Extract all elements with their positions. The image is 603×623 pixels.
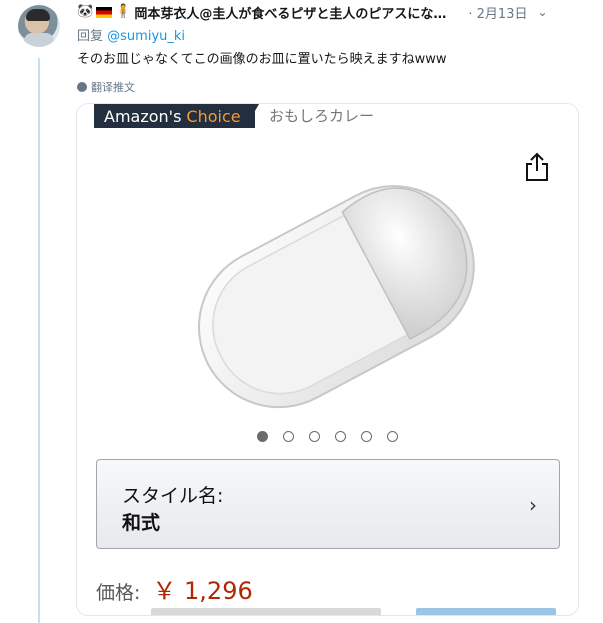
curry-plate-image bbox=[198, 185, 475, 409]
reply-to: 回复 @sumiyu_ki bbox=[77, 25, 185, 44]
panda-icon: 🐼 bbox=[77, 4, 94, 19]
tweet-date[interactable]: · 2月13日 bbox=[468, 3, 527, 22]
price-value: ￥ 1,296 bbox=[152, 577, 253, 605]
avatar-shirt bbox=[24, 33, 54, 47]
cropped-link bbox=[416, 608, 556, 615]
translate-tweet-link[interactable]: 翻译推文 bbox=[77, 79, 135, 95]
reply-prefix: 回复 bbox=[77, 29, 104, 44]
globe-icon bbox=[77, 82, 87, 92]
style-selector-button[interactable]: スタイル名: 和式 › bbox=[96, 459, 560, 549]
price-label: 価格: bbox=[96, 582, 141, 604]
thread-line bbox=[38, 58, 40, 623]
carousel-dot-4[interactable] bbox=[335, 431, 346, 442]
tweet-text: そのお皿じゃなくてこの画像のお皿に置いたら映えますねwww bbox=[77, 52, 447, 67]
amazons-choice-badge: Amazon's Choice bbox=[94, 104, 255, 128]
badge-choice-text: Choice bbox=[186, 106, 241, 126]
share-icon[interactable] bbox=[524, 152, 550, 182]
translate-label: 翻译推文 bbox=[91, 81, 135, 94]
user-avatar[interactable] bbox=[18, 5, 60, 47]
user-name[interactable]: 岡本芽衣人@圭人が食べるピザと圭人のピアスにな… bbox=[134, 3, 446, 22]
price-row: 価格: ￥ 1,296 bbox=[96, 571, 253, 606]
cropped-text bbox=[151, 608, 381, 615]
badge-category: おもしろカレー bbox=[269, 107, 375, 125]
tweet-header: 🐼 🧍 岡本芽衣人@圭人が食べるピザと圭人のピアスにな… · 2月13日 ⌄ bbox=[77, 2, 597, 22]
carousel-dot-3[interactable] bbox=[309, 431, 320, 442]
badge-tail bbox=[245, 104, 259, 128]
style-value: 和式 bbox=[122, 512, 161, 534]
avatar-hair bbox=[26, 9, 50, 21]
chevron-down-icon[interactable]: ⌄ bbox=[537, 5, 547, 19]
carousel-dot-5[interactable] bbox=[361, 431, 372, 442]
badge-main-text: Amazon's bbox=[104, 106, 182, 126]
product-image-card[interactable]: Amazon's Choice おもしろカレー スタイル名: 和式 › 価格: … bbox=[76, 103, 579, 616]
cropped-text-row bbox=[96, 604, 561, 615]
carousel-dot-1[interactable] bbox=[257, 431, 268, 442]
germany-flag-icon bbox=[96, 6, 113, 18]
carousel-dot-2[interactable] bbox=[283, 431, 294, 442]
reply-mention-link[interactable]: @sumiyu_ki bbox=[107, 29, 185, 44]
person-icon: 🧍 bbox=[115, 4, 132, 19]
chevron-right-icon: › bbox=[529, 493, 537, 517]
carousel-dots[interactable] bbox=[257, 431, 398, 442]
carousel-dot-6[interactable] bbox=[387, 431, 398, 442]
style-label: スタイル名: bbox=[122, 485, 224, 507]
